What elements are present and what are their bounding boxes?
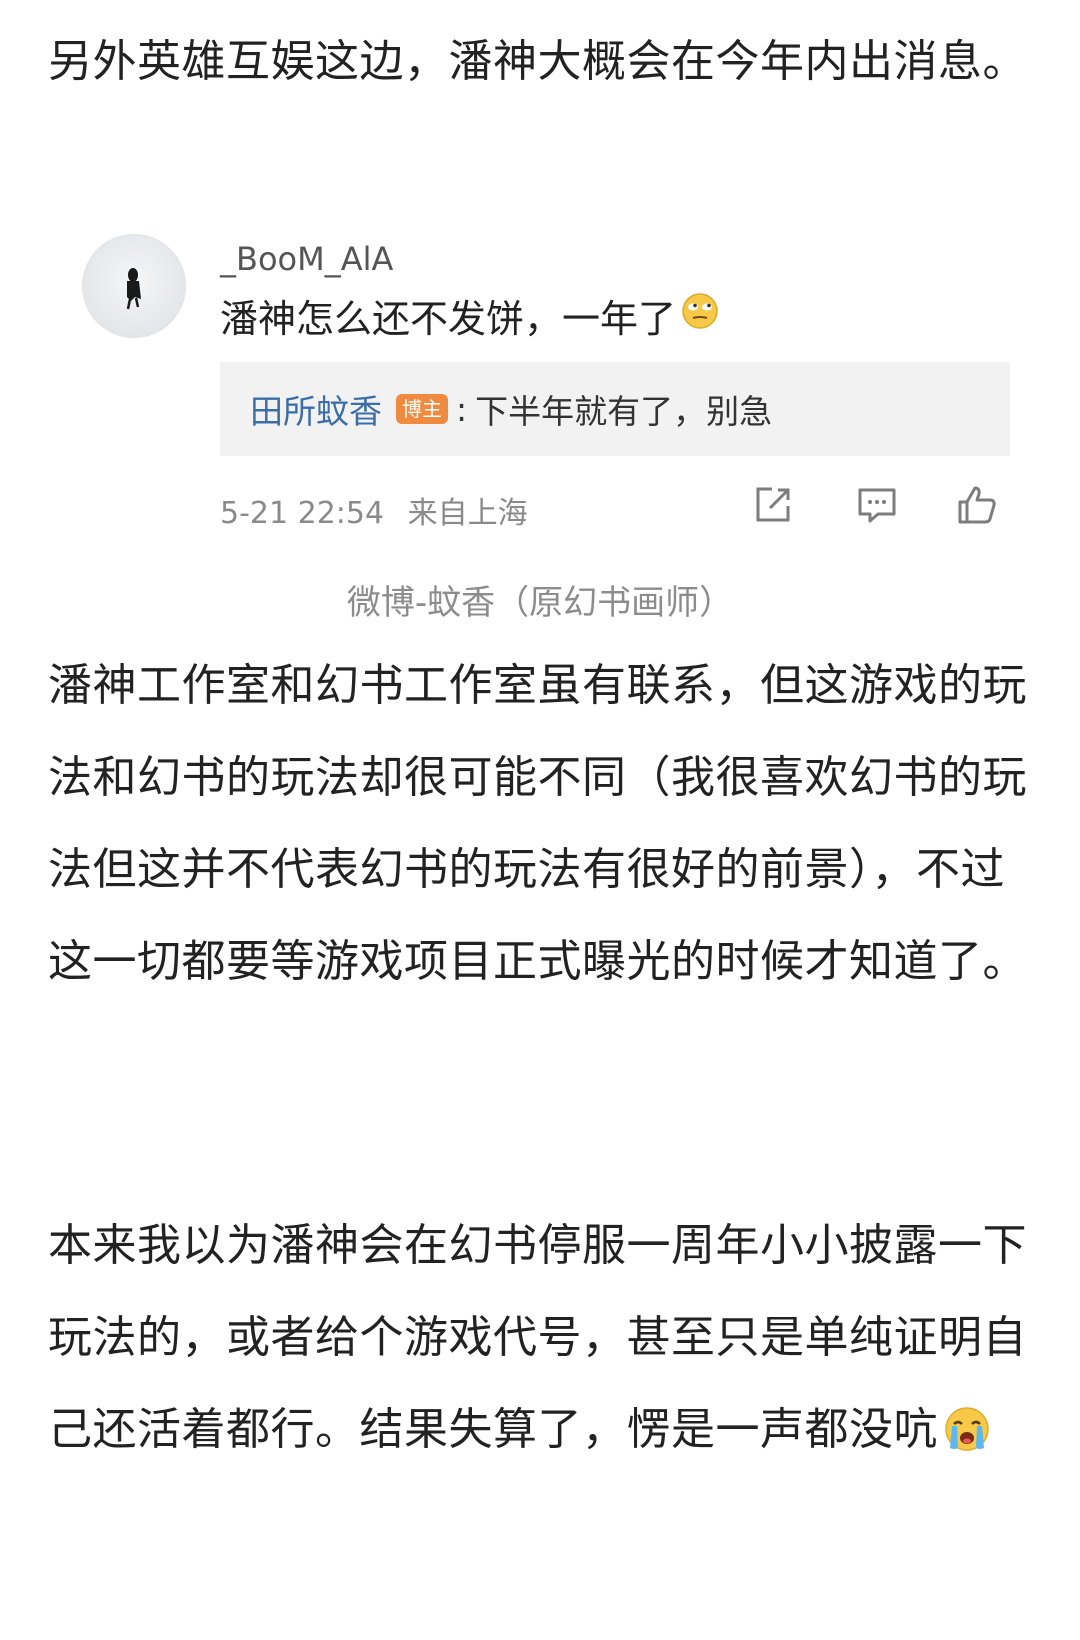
article-paragraph-3: 本来我以为潘神会在幻书停服一周年小小披露一下玩法的，或者给个游戏代号，甚至只是单… [48,1200,1038,1486]
avatar[interactable] [82,234,186,338]
article-paragraph-3-text: 本来我以为潘神会在幻书停服一周年小小披露一下玩法的，或者给个游戏代号，甚至只是单… [48,1220,1027,1455]
blogger-badge: 博主 [396,394,448,424]
article-paragraph-1: 另外英雄互娱这边，潘神大概会在今年内出消息。 [48,36,1027,87]
rolling-eyes-emoji-icon [680,291,720,340]
image-caption: 微博-蚊香（原幻书画师） [346,583,734,623]
crying-emoji-icon [942,1394,992,1486]
author-reply: 田所蚊香 博主 : 下半年就有了，别急 [220,362,1010,456]
like-icon [958,486,996,524]
share-icon [756,487,790,522]
comment-text: 潘神怎么还不发饼，一年了 [220,297,677,341]
comment-text-row: 潘神怎么还不发饼，一年了 [220,288,720,343]
reply-author[interactable]: 田所蚊香 [250,385,382,433]
share-button[interactable] [748,480,798,530]
like-button[interactable] [952,480,1002,530]
reply-text: 下半年就有了，别急 [475,392,773,431]
comment-username[interactable]: _BooM_AlA [220,240,393,278]
weibo-comment-card: _BooM_AlA 潘神怎么还不发饼，一年了 田所蚊香 博主 : 下半年就有了，… [0,210,1080,570]
comment-meta: 5-21 22:54 来自上海 [220,488,528,532]
article-paragraph-2: 潘神工作室和幻书工作室虽有联系，但这游戏的玩法和幻书的玩法却很可能不同（我很喜欢… [48,660,1027,987]
comment-timestamp: 5-21 22:54 [220,496,385,531]
comment-location: 来自上海 [407,496,528,531]
reply-separator: : [456,389,468,429]
comment-button[interactable] [852,480,902,530]
comment-icon [858,488,896,523]
